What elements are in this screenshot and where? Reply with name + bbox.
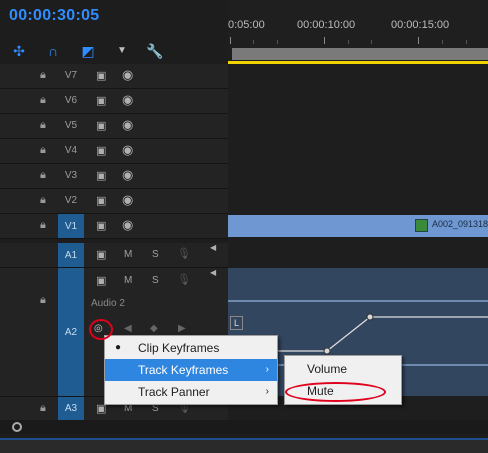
zoom-handle[interactable] [12, 422, 22, 432]
submenu-arrow-icon: › [265, 364, 269, 375]
track-name[interactable]: A2 [58, 268, 84, 396]
eye-icon[interactable]: ◉ [122, 192, 133, 208]
sync-lock-icon[interactable]: ▣ [96, 248, 106, 261]
work-area-bar[interactable] [232, 48, 488, 60]
lock-icon[interactable]: 🔒︎ [40, 219, 46, 232]
track-name[interactable]: V2 [58, 195, 84, 206]
lock-icon[interactable]: 🔒︎ [40, 119, 46, 132]
track-header-v5: 🔒︎ V5 ▣ ◉ [0, 114, 228, 139]
sync-lock-icon[interactable]: ▣ [96, 94, 106, 107]
submenu-arrow-icon: › [265, 386, 269, 397]
snap-icon[interactable]: ✣ [10, 42, 28, 60]
sync-lock-icon[interactable]: ▣ [96, 69, 106, 82]
ruler-tick [371, 40, 372, 44]
next-keyframe-icon[interactable]: ▶ [178, 323, 186, 334]
track-name[interactable]: V3 [58, 170, 84, 181]
track-label: Audio 2 [91, 298, 125, 309]
track-header-v4: 🔒︎ V4 ▣ ◉ [0, 139, 228, 164]
track-name[interactable]: V7 [58, 70, 84, 81]
check-dot-icon: ● [115, 342, 122, 353]
lock-icon[interactable]: 🔒︎ [40, 94, 46, 107]
lock-icon[interactable]: 🔒︎ [40, 169, 46, 182]
playhead-timecode[interactable]: 00:00:30:05 [9, 7, 99, 25]
mute-button[interactable]: M [124, 249, 132, 260]
context-menu: ● Clip Keyframes Track Keyframes › Track… [104, 335, 278, 405]
track-name[interactable]: A3 [58, 397, 84, 420]
track-header-v3: 🔒︎ V3 ▣ ◉ [0, 164, 228, 189]
annotation-circle [285, 382, 386, 402]
timeline-toolbar: ✣ ∩ ◩ ▼ 🔧 [0, 38, 228, 64]
ruler-tick [324, 37, 325, 44]
menu-item-track-panner[interactable]: Track Panner › [105, 381, 277, 403]
marker-icon[interactable]: ▼ [113, 42, 131, 60]
ruler-tick [442, 40, 443, 44]
sync-lock-icon[interactable]: ▣ [96, 274, 106, 287]
sync-lock-icon[interactable]: ▣ [96, 219, 106, 232]
solo-button[interactable]: S [152, 249, 159, 260]
ruler-tick [348, 40, 349, 44]
eye-icon[interactable]: ◉ [122, 167, 133, 183]
track-header-a1: A1 ▣ M S 🎙︎ ◀ [0, 243, 228, 268]
track-name[interactable]: A1 [58, 243, 84, 267]
track-name[interactable]: V5 [58, 120, 84, 131]
sync-lock-icon[interactable]: ▣ [96, 144, 106, 157]
track-header-v2: 🔒︎ V2 ▣ ◉ [0, 189, 228, 214]
lock-icon[interactable]: 🔒︎ [40, 194, 46, 207]
ruler-tick [466, 40, 467, 44]
track-name[interactable]: V4 [58, 145, 84, 156]
menu-item-volume[interactable]: Volume [285, 358, 401, 380]
linked-selection-icon[interactable]: ◩ [79, 42, 97, 60]
ruler-tick [253, 40, 254, 44]
eye-icon[interactable]: ◉ [122, 117, 133, 133]
menu-item-track-keyframes[interactable]: Track Keyframes › [105, 359, 277, 381]
eye-icon[interactable]: ◉ [122, 142, 133, 158]
wrench-icon[interactable]: 🔧 [146, 42, 164, 60]
eye-icon[interactable]: ◉ [122, 92, 133, 108]
track-name[interactable]: V1 [58, 214, 84, 238]
ruler-tick [277, 40, 278, 44]
lock-icon[interactable]: 🔒︎ [40, 69, 46, 82]
track-name[interactable]: V6 [58, 95, 84, 106]
keyframe-mode-box[interactable]: L [230, 316, 243, 330]
ruler-label: 0:05:00 [228, 19, 265, 31]
microphone-icon[interactable]: 🎙︎ [177, 247, 191, 260]
solo-button[interactable]: S [152, 275, 159, 286]
ruler-tick [418, 37, 419, 44]
sync-lock-icon[interactable]: ▣ [96, 119, 106, 132]
ruler-label: 00:00:10:00 [297, 19, 356, 31]
track-header-v1: 🔒︎ V1 ▣ ◉ [0, 214, 228, 239]
add-keyframe-icon[interactable]: ◆ [150, 323, 158, 334]
sync-lock-icon[interactable]: ▣ [96, 169, 106, 182]
lock-icon[interactable]: 🔒︎ [40, 294, 46, 307]
clip-name: A002_0913181 [432, 219, 488, 229]
time-ruler[interactable]: 0:05:00 00:00:10:00 00:00:15:00 [228, 0, 488, 64]
ruler-label: 00:00:15:00 [391, 19, 450, 31]
microphone-icon[interactable]: 🎙︎ [177, 273, 191, 286]
magnet-icon[interactable]: ∩ [44, 42, 62, 60]
sync-lock-icon[interactable]: ▣ [96, 194, 106, 207]
collapse-arrow-icon[interactable]: ◀ [210, 268, 216, 277]
track-header-v6: 🔒︎ V6 ▣ ◉ [0, 89, 228, 114]
annotation-circle [89, 319, 113, 340]
ruler-tick [230, 37, 231, 44]
prev-keyframe-icon[interactable]: ◀ [124, 323, 132, 334]
lock-icon[interactable]: 🔒︎ [40, 402, 46, 415]
eye-icon[interactable]: ◉ [122, 217, 133, 233]
eye-icon[interactable]: ◉ [122, 67, 133, 83]
menu-item-clip-keyframes[interactable]: ● Clip Keyframes [105, 337, 277, 359]
collapse-arrow-icon[interactable]: ◀ [210, 243, 216, 252]
track-header-v7: 🔒︎ V7 ▣ ◉ [0, 64, 228, 89]
video-clip[interactable]: A002_0913181 [228, 215, 488, 237]
mute-button[interactable]: M [124, 275, 132, 286]
lock-icon[interactable]: 🔒︎ [40, 144, 46, 157]
horizontal-scrollbar[interactable] [0, 420, 488, 434]
fx-badge-icon [415, 219, 428, 232]
